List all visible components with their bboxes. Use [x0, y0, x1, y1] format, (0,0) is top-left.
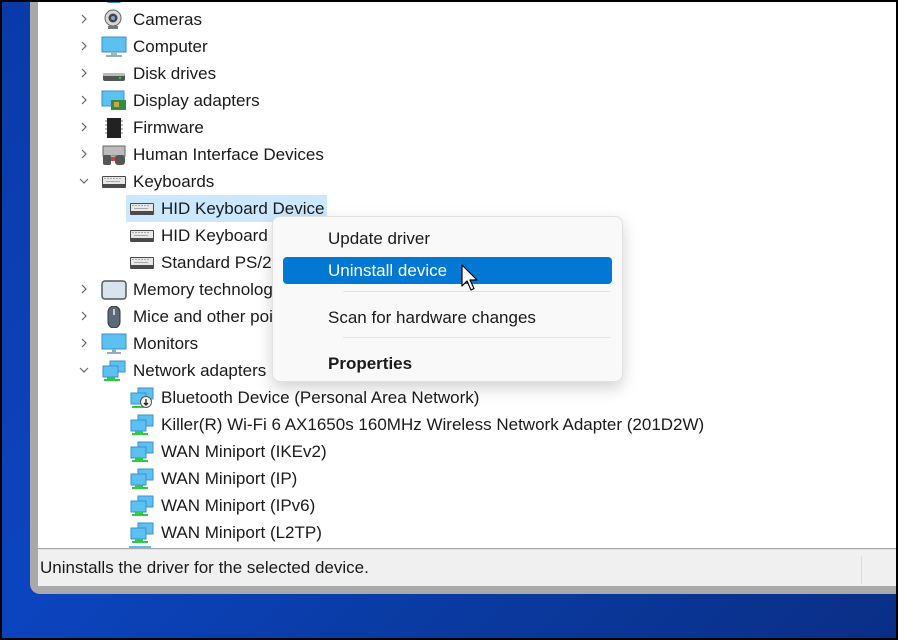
network-adapter-icon [101, 360, 127, 382]
tree-item-human-interface-devices[interactable]: Human Interface Devices [101, 141, 324, 168]
chevron-right-icon[interactable] [78, 40, 90, 52]
tree-item-label: Display adapters [133, 90, 260, 110]
status-bar: Uninstalls the driver for the selected d… [38, 549, 898, 586]
tree-item-label: Bluetooth Device (Personal Area Network) [161, 387, 480, 407]
display-adapter-icon [101, 90, 127, 112]
chevron-right-icon[interactable] [78, 283, 90, 295]
status-text: Uninstalls the driver for the selected d… [40, 558, 369, 577]
menu-item-label: Properties [328, 353, 413, 373]
mouse-cursor-icon [461, 264, 478, 291]
menu-item-properties[interactable]: Properties [283, 350, 612, 377]
tree-item-disk-drives[interactable]: Disk drives [101, 60, 216, 87]
chevron-down-icon[interactable] [78, 364, 90, 376]
tree-item-label: Firmware [133, 117, 204, 137]
chevron-right-icon[interactable] [78, 13, 90, 25]
context-menu: Update driver Uninstall device Scan for … [272, 216, 623, 382]
tree-item-wan-miniport-ipv6[interactable]: WAN Miniport (IPv6) [129, 492, 315, 519]
network-adapter-icon [129, 468, 155, 490]
chevron-right-icon[interactable] [78, 67, 90, 79]
chevron-right-icon[interactable] [78, 94, 90, 106]
tree-item-label: Computer [133, 36, 208, 56]
tree-item-display-adapters[interactable]: Display adapters [101, 87, 260, 114]
tree-item-label: WAN Miniport (IPv6) [161, 495, 316, 515]
tree-item-label: Cameras [133, 9, 202, 29]
menu-separator [343, 337, 610, 338]
menu-item-uninstall-device[interactable]: Uninstall device [283, 257, 612, 284]
tree-item-wan-miniport-ip[interactable]: WAN Miniport (IP) [129, 465, 297, 492]
tree-item-label: Human Interface Devices [133, 144, 324, 164]
network-adapter-icon [129, 441, 155, 463]
tree-item-wan-miniport-ikev2[interactable]: WAN Miniport (IKEv2) [129, 438, 327, 465]
firmware-chip-icon [101, 117, 127, 139]
keyboard-icon [129, 225, 155, 247]
tree-item-wan-miniport-l2tp[interactable]: WAN Miniport (L2TP) [129, 519, 322, 546]
tree-item-label: WAN Miniport (IKEv2) [161, 441, 327, 461]
audio-device-icon [106, 0, 122, 3]
tree-item-network-adapters[interactable]: Network adapters [101, 357, 266, 384]
chevron-right-icon[interactable] [78, 148, 90, 160]
memory-device-icon [101, 279, 127, 301]
tree-item-keyboards[interactable]: Keyboards [101, 168, 214, 195]
network-adapter-icon [129, 495, 155, 517]
camera-icon [101, 9, 127, 31]
menu-item-label: Scan for hardware changes [328, 307, 536, 327]
tree-item-label: Monitors [133, 333, 199, 353]
keyboard-icon [101, 171, 127, 193]
tree-item-label: Disk drives [133, 63, 217, 83]
chevron-right-icon[interactable] [78, 310, 90, 322]
chevron-down-icon[interactable] [78, 175, 90, 187]
status-divider [861, 556, 862, 584]
tree-item-firmware[interactable]: Firmware [101, 114, 204, 141]
menu-item-update-driver[interactable]: Update driver [283, 225, 612, 252]
tree-item-killer-r-wi-fi-6-ax1650s-160mhz-wireless-network-adapter-201d2w[interactable]: Killer(R) Wi-Fi 6 AX1650s 160MHz Wireles… [129, 411, 704, 438]
tree-item-label: Killer(R) Wi-Fi 6 AX1650s 160MHz Wireles… [161, 414, 705, 434]
tree-item-bluetooth-device-personal-area-network[interactable]: Bluetooth Device (Personal Area Network) [129, 384, 479, 411]
keyboard-icon [129, 252, 155, 274]
tree-item-label: Network adapters [133, 360, 267, 380]
tree-item-label: Keyboards [133, 171, 215, 191]
network-adapter-icon [129, 546, 151, 548]
monitor-icon [101, 333, 127, 355]
keyboard-icon [129, 198, 155, 220]
menu-item-scan-hardware-changes[interactable]: Scan for hardware changes [283, 304, 612, 331]
tree-item-label: WAN Miniport (IP) [161, 468, 298, 488]
tree-item-monitors[interactable]: Monitors [101, 330, 198, 357]
menu-item-label: Uninstall device [328, 260, 448, 280]
hid-icon [101, 144, 127, 166]
chevron-right-icon[interactable] [78, 337, 90, 349]
bluetooth-network-icon [129, 387, 155, 409]
mouse-icon [101, 305, 127, 328]
disk-drive-icon [101, 63, 127, 85]
network-adapter-icon [129, 414, 155, 436]
network-adapter-icon [129, 522, 155, 544]
tree-item-cameras[interactable]: Cameras [101, 6, 202, 33]
chevron-right-icon[interactable] [78, 121, 90, 133]
computer-icon [101, 36, 127, 58]
menu-item-label: Update driver [328, 228, 431, 248]
tree-item-label: WAN Miniport (L2TP) [161, 522, 322, 542]
tree-item-computer[interactable]: Computer [101, 33, 208, 60]
